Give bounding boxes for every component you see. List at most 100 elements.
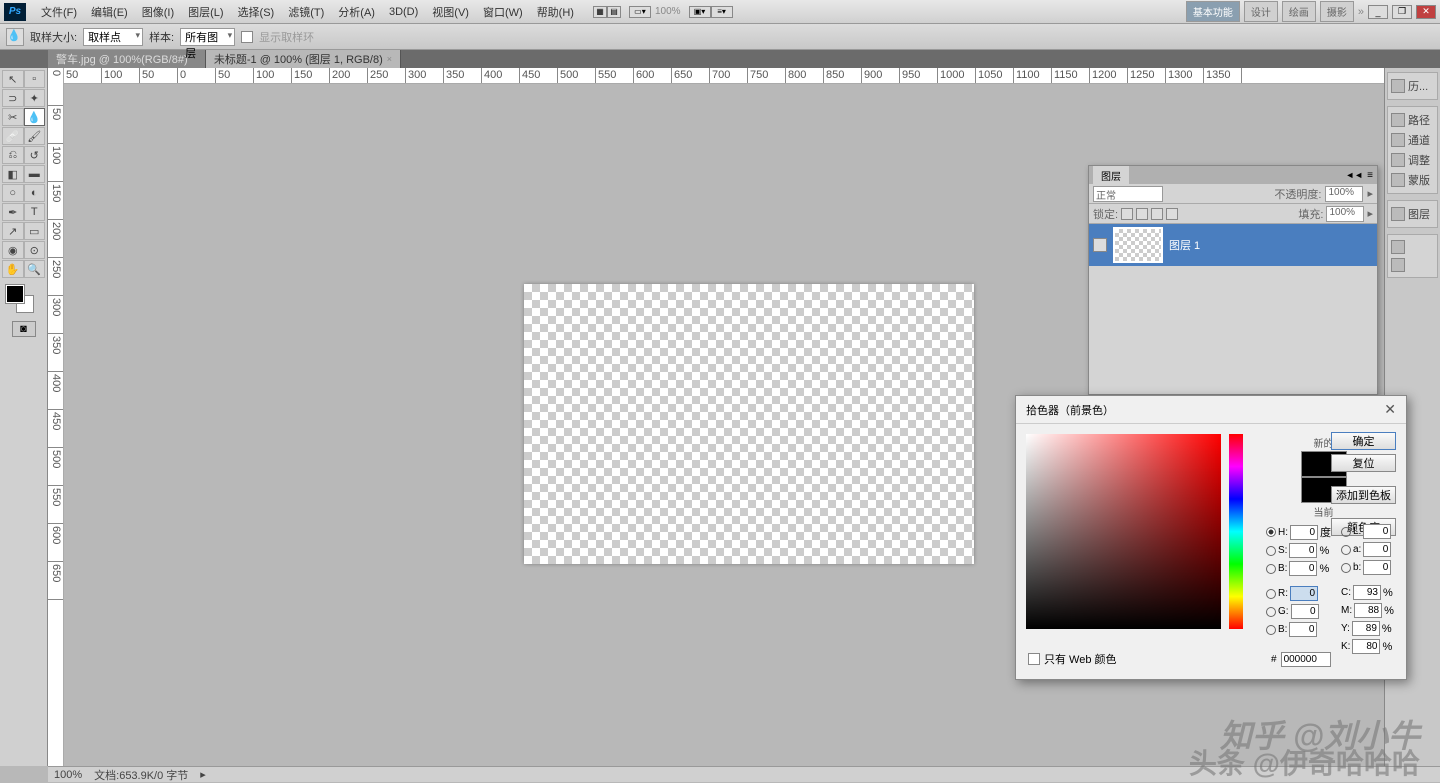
eraser-tool[interactable]: ◧ bbox=[2, 165, 24, 183]
picker-close-icon[interactable]: ✕ bbox=[1384, 401, 1396, 418]
view-extras-icon[interactable]: ▭▾ bbox=[629, 6, 651, 18]
pen-tool[interactable]: ✒ bbox=[2, 203, 24, 221]
lock-position-icon[interactable] bbox=[1151, 208, 1163, 220]
layers-tab[interactable]: 图层 bbox=[1093, 166, 1129, 185]
minimize-button[interactable]: _ bbox=[1368, 5, 1388, 19]
r-radio[interactable] bbox=[1266, 589, 1276, 599]
m-input[interactable] bbox=[1354, 603, 1382, 618]
eyedropper-tool-icon[interactable]: 💧 bbox=[6, 28, 24, 46]
close-button[interactable]: ✕ bbox=[1416, 5, 1436, 19]
dock-channels[interactable]: 通道 bbox=[1391, 130, 1434, 150]
history-brush-tool[interactable]: ↺ bbox=[24, 146, 46, 164]
menu-help[interactable]: 帮助(H) bbox=[530, 1, 581, 23]
lock-all-icon[interactable] bbox=[1166, 208, 1178, 220]
status-zoom[interactable]: 100% bbox=[54, 769, 82, 781]
dock-adjustments[interactable]: 调整 bbox=[1391, 150, 1434, 170]
b2-radio[interactable] bbox=[1266, 625, 1276, 635]
path-select-tool[interactable]: ↗ bbox=[2, 222, 24, 240]
lock-transparent-icon[interactable] bbox=[1121, 208, 1133, 220]
stamp-tool[interactable]: ⎌ bbox=[2, 146, 24, 164]
lab-b-input[interactable] bbox=[1363, 560, 1391, 575]
marquee-tool[interactable]: ▫ bbox=[24, 70, 46, 88]
menu-edit[interactable]: 编辑(E) bbox=[84, 1, 135, 23]
menu-image[interactable]: 图像(I) bbox=[135, 1, 181, 23]
cancel-button[interactable]: 复位 bbox=[1331, 454, 1396, 472]
s-input[interactable] bbox=[1289, 543, 1317, 558]
layer-visibility-icon[interactable] bbox=[1093, 238, 1107, 252]
status-arrow-icon[interactable]: ▸ bbox=[200, 768, 206, 781]
h-input[interactable] bbox=[1290, 525, 1318, 540]
dock-paths[interactable]: 路径 bbox=[1391, 110, 1434, 130]
brush-tool[interactable]: 🖌 bbox=[24, 127, 46, 145]
s-radio[interactable] bbox=[1266, 546, 1276, 556]
doc-tab-1[interactable]: 警车.jpg @ 100%(RGB/8#)× bbox=[48, 50, 206, 68]
l-radio[interactable] bbox=[1341, 527, 1351, 537]
arrange-docs-icon[interactable]: ≡▾ bbox=[711, 6, 733, 18]
g-radio[interactable] bbox=[1266, 607, 1276, 617]
b2-input[interactable] bbox=[1289, 622, 1317, 637]
launch-bridge-icon[interactable]: ▦ bbox=[593, 6, 607, 18]
dodge-tool[interactable]: ◐ bbox=[24, 184, 46, 202]
menu-3d[interactable]: 3D(D) bbox=[382, 3, 425, 21]
sample-layers-select[interactable]: 所有图层 bbox=[180, 28, 235, 46]
status-doc-size[interactable]: 文档:653.9K/0 字节 bbox=[94, 767, 188, 783]
b-radio[interactable] bbox=[1266, 564, 1276, 574]
color-field[interactable] bbox=[1026, 434, 1221, 629]
dock-masks[interactable]: 蒙版 bbox=[1391, 170, 1434, 190]
blur-tool[interactable]: ○ bbox=[2, 184, 24, 202]
type-tool[interactable]: T bbox=[24, 203, 46, 221]
lock-pixels-icon[interactable] bbox=[1136, 208, 1148, 220]
dock-tool1[interactable] bbox=[1391, 238, 1434, 256]
panel-collapse-icon[interactable]: ◄◄ bbox=[1345, 170, 1363, 180]
shape-tool[interactable]: ▭ bbox=[24, 222, 46, 240]
blend-mode-select[interactable]: 正常 bbox=[1093, 186, 1163, 202]
web-only-checkbox[interactable] bbox=[1028, 653, 1040, 665]
eyedropper-tool[interactable]: 💧 bbox=[24, 108, 46, 126]
opacity-input[interactable]: 100% bbox=[1325, 186, 1363, 202]
doc-tab-2[interactable]: 未标题-1 @ 100% (图层 1, RGB/8)× bbox=[206, 50, 401, 68]
menu-select[interactable]: 选择(S) bbox=[231, 1, 282, 23]
maximize-button[interactable]: ❐ bbox=[1392, 5, 1412, 19]
fill-arrow-icon[interactable]: ▸ bbox=[1367, 207, 1373, 220]
panel-menu-icon[interactable]: ≡ bbox=[1367, 170, 1373, 181]
hue-slider[interactable] bbox=[1229, 434, 1243, 629]
hex-input[interactable] bbox=[1281, 652, 1331, 667]
move-tool[interactable]: ↖ bbox=[2, 70, 24, 88]
dock-tool2[interactable] bbox=[1391, 256, 1434, 274]
menu-file[interactable]: 文件(F) bbox=[34, 1, 84, 23]
c-input[interactable] bbox=[1353, 585, 1381, 600]
gradient-tool[interactable]: ▬ bbox=[24, 165, 46, 183]
close-tab-icon[interactable]: × bbox=[387, 54, 392, 64]
lab-b-radio[interactable] bbox=[1341, 563, 1351, 573]
screen-mode-icon[interactable]: ▣▾ bbox=[689, 6, 711, 18]
g-input[interactable] bbox=[1291, 604, 1319, 619]
3d-tool[interactable]: ◉ bbox=[2, 241, 24, 259]
sample-size-select[interactable]: 取样点 bbox=[83, 28, 143, 46]
l-input[interactable] bbox=[1363, 524, 1391, 539]
h-radio[interactable] bbox=[1266, 527, 1276, 537]
opacity-arrow-icon[interactable]: ▸ bbox=[1367, 187, 1373, 200]
ok-button[interactable]: 确定 bbox=[1331, 432, 1396, 450]
menu-layer[interactable]: 图层(L) bbox=[181, 1, 230, 23]
quick-mask-button[interactable]: ◙ bbox=[12, 321, 36, 337]
layer-row[interactable]: 图层 1 bbox=[1089, 224, 1377, 266]
workspace-photo[interactable]: 摄影 bbox=[1320, 1, 1354, 22]
lasso-tool[interactable]: ⊃ bbox=[2, 89, 24, 107]
b-input[interactable] bbox=[1289, 561, 1317, 576]
document-canvas[interactable] bbox=[524, 284, 974, 564]
dock-layers[interactable]: 图层 bbox=[1391, 204, 1434, 224]
a-input[interactable] bbox=[1363, 542, 1391, 557]
menu-window[interactable]: 窗口(W) bbox=[476, 1, 530, 23]
show-ring-checkbox[interactable] bbox=[241, 31, 253, 43]
menu-view[interactable]: 视图(V) bbox=[425, 1, 476, 23]
dock-history[interactable]: 历... bbox=[1391, 76, 1434, 96]
layer-thumbnail[interactable] bbox=[1113, 227, 1163, 263]
fill-input[interactable]: 100% bbox=[1326, 206, 1364, 222]
menu-analysis[interactable]: 分析(A) bbox=[331, 1, 382, 23]
workspace-design[interactable]: 设计 bbox=[1244, 1, 1278, 22]
heal-tool[interactable]: 🩹 bbox=[2, 127, 24, 145]
menu-filter[interactable]: 滤镜(T) bbox=[281, 1, 331, 23]
workspace-painting[interactable]: 绘画 bbox=[1282, 1, 1316, 22]
mini-bridge-icon[interactable]: ▤ bbox=[607, 6, 621, 18]
workspace-essentials[interactable]: 基本功能 bbox=[1186, 1, 1240, 22]
